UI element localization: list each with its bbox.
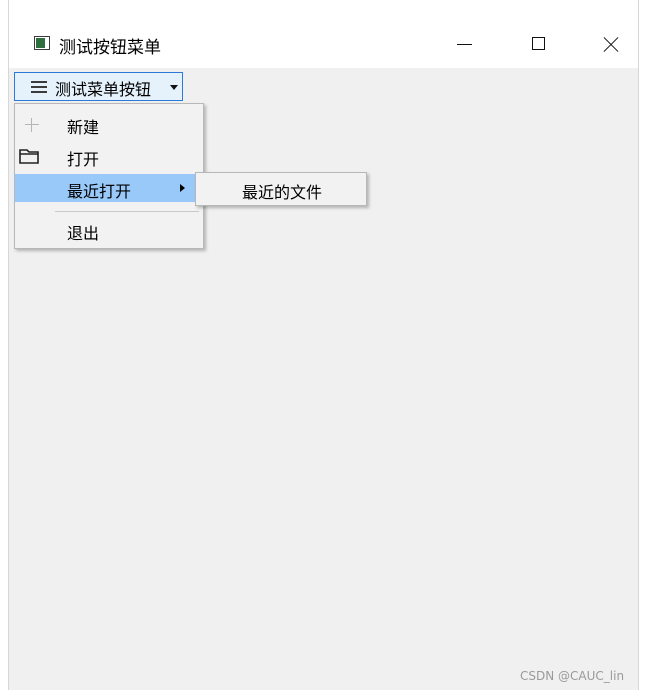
chevron-right-icon: [180, 184, 185, 192]
title-bar[interactable]: 测试按钮菜单: [9, 0, 638, 68]
menu-button[interactable]: 测试菜单按钮: [14, 72, 183, 101]
menu-button-label: 测试菜单按钮: [55, 80, 152, 99]
maximize-button[interactable]: [515, 26, 563, 62]
menu-item-new[interactable]: 新建: [15, 110, 203, 138]
plus-icon: [25, 118, 39, 132]
menu-separator: [55, 211, 199, 212]
menu-item-open[interactable]: 打开: [15, 142, 203, 170]
menu-item-label: 打开: [67, 150, 100, 169]
folder-icon: [19, 148, 41, 168]
app-window-icon: [34, 36, 50, 50]
submenu-item-recent-file[interactable]: 最近的文件: [242, 179, 322, 203]
close-button[interactable]: [587, 26, 635, 62]
menu-item-recent[interactable]: 最近打开: [15, 174, 203, 202]
chevron-down-icon: [170, 85, 178, 90]
hamburger-icon: [31, 81, 47, 93]
window-title: 测试按钮菜单: [59, 38, 161, 58]
menu-item-label: 新建: [67, 118, 100, 137]
minimize-button[interactable]: [441, 26, 489, 62]
menu-item-exit[interactable]: 退出: [15, 216, 203, 244]
watermark: CSDN @CAUC_lin: [520, 669, 625, 683]
recent-submenu: 最近的文件: [195, 172, 367, 206]
menu-item-label: 退出: [67, 224, 100, 243]
menu-item-label: 最近打开: [67, 182, 132, 201]
dropdown-menu: 新建 打开 最近打开 退出: [14, 103, 204, 249]
